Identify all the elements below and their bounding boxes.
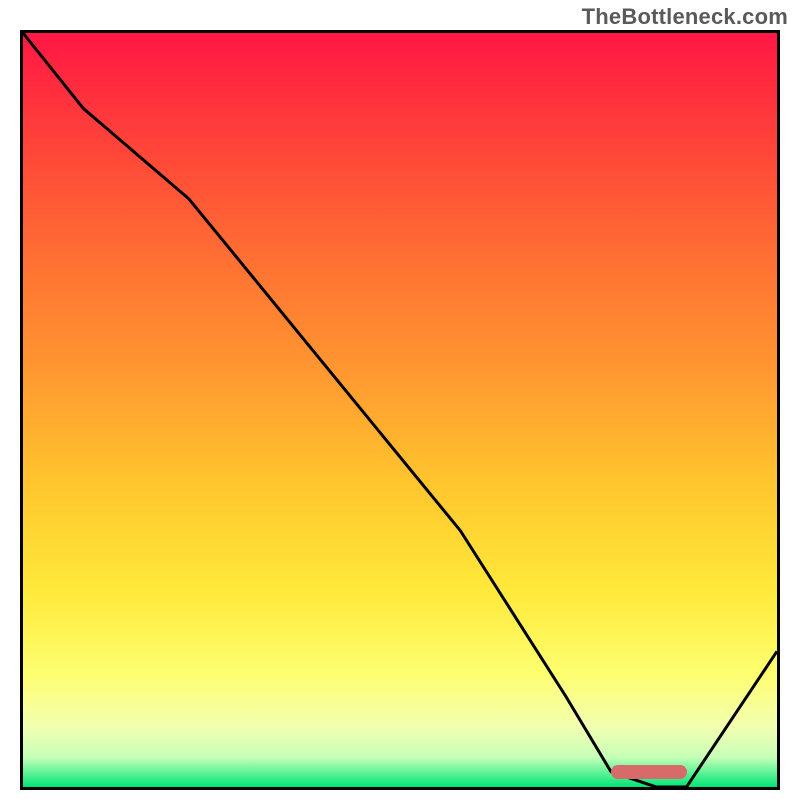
- watermark-text: TheBottleneck.com: [582, 4, 788, 30]
- optimal-range-marker: [611, 765, 686, 779]
- plot-area: [20, 30, 780, 790]
- chart-container: TheBottleneck.com: [0, 0, 800, 800]
- bottleneck-curve: [23, 33, 777, 787]
